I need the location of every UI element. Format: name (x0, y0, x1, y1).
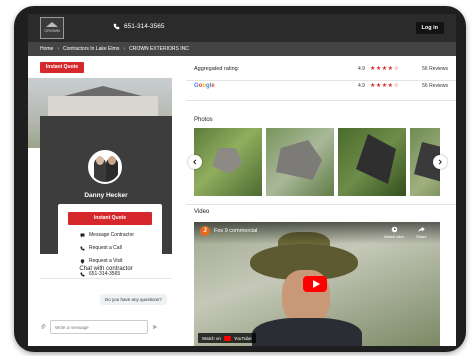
message-input[interactable] (50, 320, 148, 334)
divider (40, 278, 172, 279)
aggregated-stars: ★★★★☆ (370, 66, 400, 72)
share-button[interactable]: Share (416, 226, 427, 239)
chat-composer (40, 318, 172, 336)
contractor-name: Danny Hecker (84, 192, 128, 199)
google-logo: Google (194, 83, 215, 89)
video-player[interactable]: J Fox 9 commercial Watch later Share Wat… (194, 222, 440, 346)
google-stars: ★★★★☆ (370, 83, 400, 89)
share-icon (418, 226, 425, 233)
breadcrumb-home[interactable]: Home (40, 46, 53, 52)
chevron-right-icon: › (57, 46, 60, 52)
phone-icon (80, 272, 85, 276)
crown-roof-icon (46, 22, 58, 27)
chevron-right-icon (438, 159, 442, 165)
send-icon[interactable] (152, 324, 158, 330)
top-header: CROWN 651-314-3565 Log in (28, 14, 456, 42)
avatar (88, 150, 122, 184)
main-content: Aggregated rating: 4.9 ★★★★☆ 56 Reviews … (180, 56, 456, 346)
divider (186, 80, 456, 81)
chat-title: Chat with contractor (79, 266, 133, 272)
divider (186, 100, 456, 101)
carousel-next-button[interactable] (433, 155, 447, 169)
phone-icon (113, 23, 120, 30)
contractor-sidebar: Instant Quote Danny Hecker Instant Quote… (28, 56, 172, 346)
screen: CROWN 651-314-3565 Log in Home › Contrac… (28, 14, 456, 346)
card-instant-quote-button[interactable]: Instant Quote (68, 212, 152, 225)
aggregated-rating-row: Aggregated rating: 4.9 ★★★★☆ 56 Reviews (194, 66, 448, 76)
header-phone-number: 651-314-3565 (124, 23, 165, 30)
breadcrumb: Home › Contractors In Lake Elmo › CROWN … (28, 42, 456, 56)
aggregated-reviews-link[interactable]: 56 Reviews (422, 66, 448, 72)
instant-quote-button[interactable]: Instant Quote (40, 62, 84, 73)
play-button[interactable] (303, 276, 327, 292)
gallery-photo[interactable] (194, 128, 262, 196)
chat-bubble: Do you have any questions? (100, 294, 167, 305)
photos-heading: Photos (194, 117, 213, 123)
breadcrumb-city[interactable]: Contractors In Lake Elmo (63, 46, 119, 52)
carousel-prev-button[interactable] (188, 155, 202, 169)
play-icon (312, 280, 320, 288)
breadcrumb-company: CROWN EXTERIORS INC (129, 46, 189, 52)
google-score: 4.9 (358, 83, 365, 89)
video-title[interactable]: Fox 9 commercial (214, 228, 257, 234)
phone-icon (80, 246, 85, 250)
photo-carousel (194, 128, 440, 196)
logo-text: CROWN (44, 28, 60, 33)
video-heading: Video (194, 209, 210, 215)
chat-bubble-icon (80, 233, 85, 237)
channel-avatar[interactable]: J (200, 226, 210, 236)
message-contractor-link[interactable]: Message Contractor (80, 232, 134, 238)
chevron-right-icon: › (123, 46, 126, 52)
gallery-photo[interactable] (338, 128, 406, 196)
aggregated-score: 4.9 (358, 66, 365, 72)
gallery-photo[interactable] (266, 128, 334, 196)
contractor-card: Danny Hecker Instant Quote Message Contr… (40, 116, 172, 290)
login-button[interactable]: Log in (415, 22, 444, 34)
chevron-left-icon (193, 159, 197, 165)
google-rating-row: Google 4.9 ★★★★☆ 56 Reviews (194, 83, 448, 93)
request-call-link[interactable]: Request a Call (80, 245, 122, 251)
divider (186, 204, 456, 205)
watch-later-button[interactable]: Watch later (384, 226, 404, 239)
pin-icon (80, 258, 85, 264)
request-visit-link[interactable]: Request a Visit (80, 258, 123, 264)
watch-on-youtube-button[interactable]: Watch on YouTube (198, 333, 256, 343)
google-reviews-link[interactable]: 56 Reviews (422, 83, 448, 89)
clock-icon (391, 226, 397, 233)
youtube-icon (223, 335, 231, 341)
paperclip-icon[interactable] (40, 324, 46, 330)
aggregated-rating-label: Aggregated rating: (194, 66, 240, 72)
header-phone[interactable]: 651-314-3565 (113, 23, 164, 30)
crown-logo[interactable]: CROWN (40, 17, 64, 39)
